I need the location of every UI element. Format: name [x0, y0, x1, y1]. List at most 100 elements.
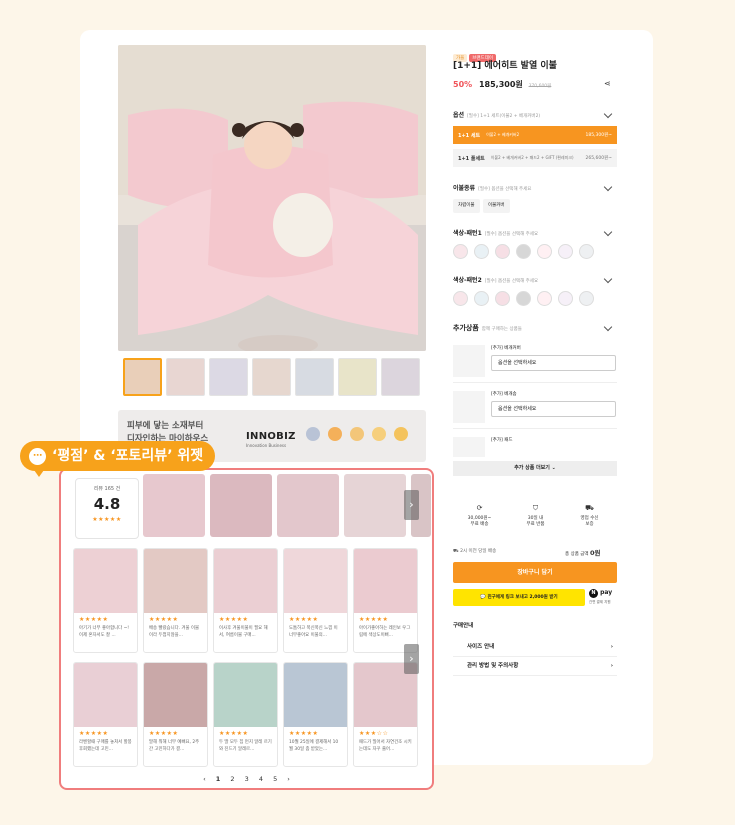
- addon-image: [453, 345, 485, 377]
- next-arrow-icon[interactable]: ›: [404, 490, 419, 520]
- page-3[interactable]: 3: [245, 775, 249, 783]
- thumbnail-5[interactable]: [295, 358, 334, 396]
- next-arrow-icon[interactable]: ›: [404, 644, 419, 674]
- review-stars: ★★★★★: [149, 616, 179, 623]
- prev-page-icon[interactable]: ‹: [203, 775, 206, 783]
- review-stars: ★★★★★: [149, 730, 179, 737]
- review-stars: ★★★★★: [289, 616, 319, 623]
- swatch-1[interactable]: [453, 291, 468, 306]
- chat-bubble-icon: ⋯: [29, 448, 46, 465]
- option-set-2[interactable]: 1+1 풀세트 이불2 + 베개커버2 + 패드2 + GIFT (편레미크) 26…: [453, 149, 617, 167]
- average-rating: 4.8: [93, 495, 121, 513]
- swatch-2[interactable]: [474, 244, 489, 259]
- review-photo[interactable]: [277, 474, 339, 537]
- swatch-5[interactable]: [537, 244, 552, 259]
- thumbnail-strip: [123, 358, 420, 396]
- pagination: ‹ 1 2 3 4 5 ›: [61, 775, 432, 783]
- swatch-1[interactable]: [453, 244, 468, 259]
- review-text: 패드가 밀어서 자연건조 시키는데도 자꾸 줄어...: [359, 740, 412, 752]
- swatch-4[interactable]: [516, 244, 531, 259]
- review-image: [74, 663, 137, 727]
- share-icon[interactable]: ⋖: [604, 79, 611, 88]
- review-image: [284, 549, 347, 613]
- thumbnail-3[interactable]: [209, 358, 248, 396]
- review-text: 아기가 너무 좋아합니다 ~! 이제 혼자서도 잘 ...: [79, 626, 130, 638]
- page-1[interactable]: 1: [216, 775, 221, 783]
- thumbnail-4[interactable]: [252, 358, 291, 396]
- review-card[interactable]: ★★★★★ 배송 빨랐습니다. 겨울 이불이라 두껍지않을...: [143, 548, 208, 653]
- addon-name: [추가] 베개커버: [491, 346, 521, 351]
- review-card[interactable]: ★★★☆☆ 패드가 밀어서 자연건조 시키는데도 자꾸 줄어...: [353, 662, 418, 767]
- review-image: [354, 549, 417, 613]
- review-text: 말해 뭐해 너무 예뻐요, 2주간 고민하다가 결...: [149, 740, 200, 752]
- page-4[interactable]: 4: [259, 775, 263, 783]
- review-card[interactable]: ★★★★★ 아기가 너무 좋아합니다 ~! 이제 혼자서도 잘 ...: [73, 548, 138, 653]
- more-addons-button[interactable]: 추가 상품 더보기 ⌄: [453, 461, 617, 476]
- swatch-7[interactable]: [579, 291, 594, 306]
- addon-row: [추가] 베개솜 옵션을 선택하세요: [453, 387, 617, 429]
- page-2[interactable]: 2: [230, 775, 234, 783]
- review-card[interactable]: ★★★★★ 라벤할때 구매를 놓쳐서 할봉후회했는데 고민...: [73, 662, 138, 767]
- truck-icon: ⛟: [585, 504, 594, 512]
- delivery-note: ⛟ 2시 이전 당일 배송: [453, 549, 497, 554]
- review-text: 배송 빨랐습니다. 겨울 이불이라 두껍지않을...: [149, 626, 200, 638]
- add-to-cart-button[interactable]: 장바구니 담기: [453, 562, 617, 583]
- review-card[interactable]: ★★★★★ 말해 뭐해 너무 예뻐요, 2주간 고민하다가 결...: [143, 662, 208, 767]
- discount-rate: 50%: [453, 80, 473, 89]
- chip-quilt[interactable]: 차렵이불: [453, 199, 480, 213]
- review-count: 리뷰 165 건: [93, 486, 121, 492]
- review-photo[interactable]: [344, 474, 406, 537]
- product-main-image[interactable]: [118, 45, 426, 351]
- care-guide-row[interactable]: 관리 방법 및 주의사항 ›: [453, 657, 617, 676]
- next-page-icon[interactable]: ›: [287, 775, 290, 783]
- certification-icon: [394, 427, 408, 441]
- service-free-return: ⛉ 30일 내 무료 반품: [508, 505, 563, 529]
- thumbnail-2[interactable]: [166, 358, 205, 396]
- thumbnail-1[interactable]: [123, 358, 162, 396]
- addon-name: [추가] 베개솜: [491, 392, 517, 397]
- review-image: [144, 663, 207, 727]
- swatch-6[interactable]: [558, 244, 573, 259]
- option-set-1[interactable]: 1+1 세트 이불2 + 베개커버2 185,300원~: [453, 126, 617, 144]
- addon-name: [추가] 패드: [491, 438, 513, 443]
- swatch-5[interactable]: [537, 291, 552, 306]
- swatch-4[interactable]: [516, 291, 531, 306]
- review-stars: ★★★★★: [79, 616, 109, 623]
- color-pattern-1-title: 색상-패턴1 [필수] 옵션을 선택해 주세요: [453, 230, 539, 237]
- color-pattern-2-title: 색상-패턴2 [필수] 옵션을 선택해 주세요: [453, 277, 539, 284]
- npay-button[interactable]: N pay 간편 결제 지원: [589, 589, 612, 606]
- sale-price: 185,300원: [478, 80, 523, 89]
- chip-cover[interactable]: 이불커버: [483, 199, 510, 213]
- purchase-info-title: 구매안내: [453, 623, 474, 629]
- blanket-type-title: 이불종류 [필수] 옵션을 선택해 주세요: [453, 185, 532, 192]
- review-card[interactable]: ★★★★★ 10월 25일에 결제해서 10월 30일 좀 받았는...: [283, 662, 348, 767]
- size-guide-row[interactable]: 사이즈 안내 ›: [453, 638, 617, 657]
- review-image: [144, 549, 207, 613]
- addon-select[interactable]: 옵션을 선택하세요: [491, 401, 616, 417]
- price-line: 50% 185,300원 370,600원: [453, 79, 551, 90]
- addon-row: [추가] 패드: [453, 433, 617, 459]
- swatch-6[interactable]: [558, 291, 573, 306]
- thumbnail-6[interactable]: [338, 358, 377, 396]
- review-image: [74, 549, 137, 613]
- swatch-3[interactable]: [495, 244, 510, 259]
- review-card[interactable]: ★★★★★ 두 딸 모두 집 먼지 알레 르기와 진드기 알레르...: [213, 662, 278, 767]
- review-stars: ★★★☆☆: [359, 730, 389, 737]
- swatch-2[interactable]: [474, 291, 489, 306]
- review-card[interactable]: ★★★★★ 도톰하고 폭신폭신 느낌 이 너무좋아요 이불의...: [283, 548, 348, 653]
- shield-icon: ⛉: [532, 504, 539, 512]
- review-card[interactable]: ★★★★★ 이사후 겨울이불이 필요 해서, 여름이불 구매...: [213, 548, 278, 653]
- review-photo[interactable]: [143, 474, 205, 537]
- certification-icon: [306, 427, 320, 441]
- innobiz-logo-sub: Innovation Business: [246, 443, 287, 448]
- review-card[interactable]: ★★★★★ 아이가좋아하는 레인보 우그림에 색상도이뻐...: [353, 548, 418, 653]
- swatch-7[interactable]: [579, 244, 594, 259]
- page-5[interactable]: 5: [273, 775, 277, 783]
- addon-select[interactable]: 옵션을 선택하세요: [491, 355, 616, 371]
- review-text: 도톰하고 폭신폭신 느낌 이 너무좋아요 이불의...: [289, 626, 338, 638]
- kakao-share-button[interactable]: 💬 친구에게 링크 보내고 2,000원 받기: [453, 589, 585, 606]
- option-section-title: 옵션 [필수] 1+1 세트(이불2 + 베개커버2): [453, 112, 541, 119]
- swatch-3[interactable]: [495, 291, 510, 306]
- review-photo[interactable]: [210, 474, 272, 537]
- thumbnail-7[interactable]: [381, 358, 420, 396]
